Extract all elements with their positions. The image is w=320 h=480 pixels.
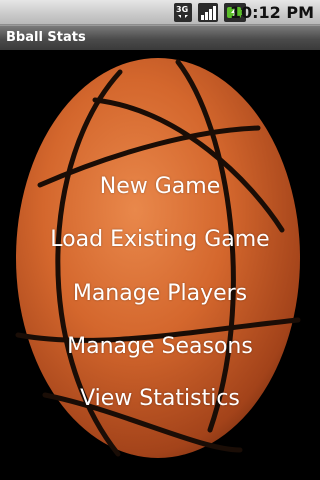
view-statistics-button[interactable]: View Statistics: [0, 379, 320, 419]
svg-text:3G: 3G: [176, 5, 188, 14]
new-game-button[interactable]: New Game: [0, 167, 320, 207]
manage-seasons-button[interactable]: Manage Seasons: [0, 327, 320, 367]
manage-players-button[interactable]: Manage Players: [0, 274, 320, 314]
status-time: 10:12 PM: [229, 3, 314, 22]
3g-data-icon: 3G: [174, 3, 192, 22]
main-menu: New Game Load Existing Game Manage Playe…: [0, 50, 320, 480]
main-content: New Game Load Existing Game Manage Playe…: [0, 50, 320, 480]
load-existing-game-button[interactable]: Load Existing Game: [0, 220, 320, 260]
signal-strength-icon: [198, 3, 218, 22]
app-title-bar: Bball Stats: [0, 25, 320, 50]
app-title: Bball Stats: [6, 30, 86, 45]
status-bar: 3G 10:12 PM: [0, 0, 320, 25]
